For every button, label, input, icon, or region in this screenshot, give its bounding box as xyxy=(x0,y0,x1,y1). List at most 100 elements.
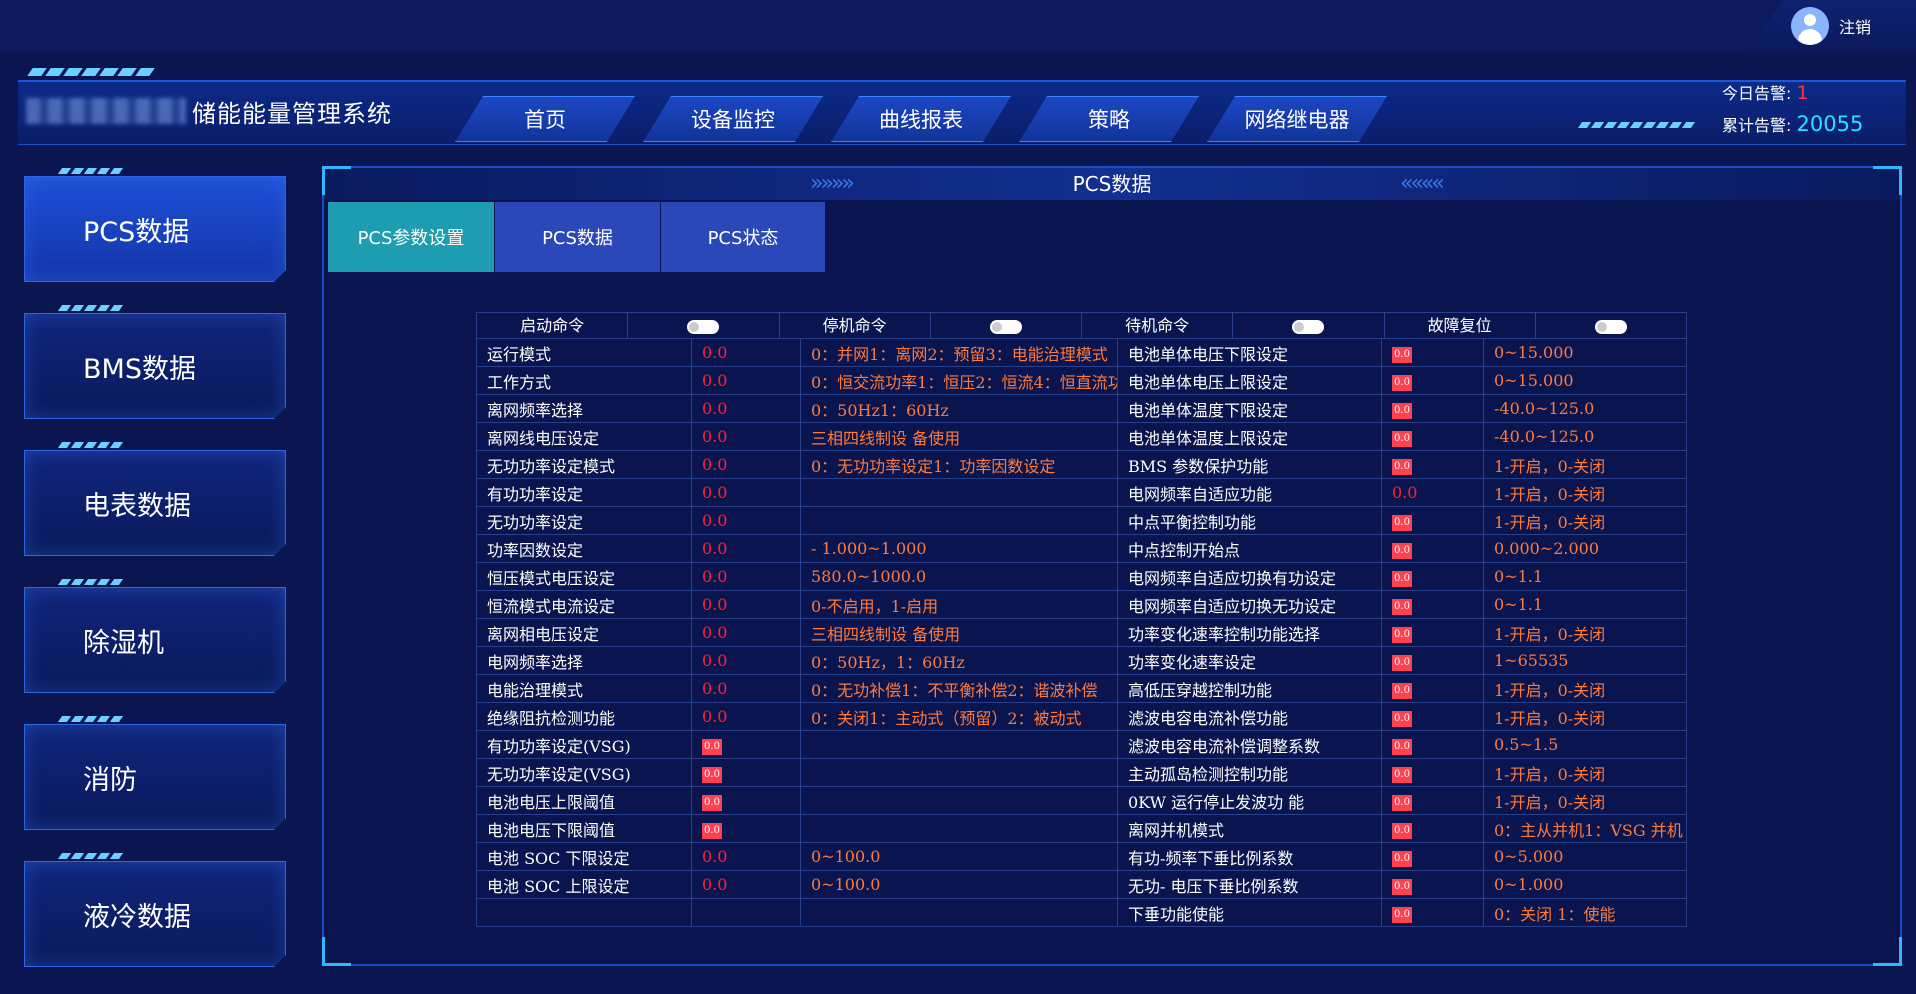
param-range-right: 1-开启，0-关闭 xyxy=(1494,792,1606,812)
param-value-left[interactable]: 0.0 xyxy=(702,483,727,502)
param-value-left[interactable]: 0.0 xyxy=(702,707,727,726)
param-name-left: 电池电压上限阈值 xyxy=(487,792,616,812)
param-value-left[interactable]: 0.0 xyxy=(702,767,722,783)
nav-network-relay[interactable]: 网络继电器 xyxy=(1207,96,1387,142)
sidebar-item-dehumidifier[interactable]: 除湿机 xyxy=(24,587,286,693)
sidebar-item-fire[interactable]: 消防 xyxy=(24,724,286,830)
param-name-left-cell: 离网线电压设定 xyxy=(476,422,692,451)
sidebar-item-pcs[interactable]: PCS数据 xyxy=(24,176,286,282)
param-name-left-cell: 绝缘阻抗检测功能 xyxy=(476,702,692,731)
param-value-right[interactable]: 0.0 xyxy=(1392,655,1412,671)
param-value-left[interactable]: 0.0 xyxy=(702,399,727,418)
sidebar-stripe-decoration xyxy=(57,716,124,722)
param-value-right[interactable]: 0.0 xyxy=(1392,627,1412,643)
param-range-left: 0-不启用，1-启用 xyxy=(811,596,939,616)
param-value-left-cell: 0.0 xyxy=(691,730,801,759)
param-range-right-cell: 0：主从并机1：VSG 并机 xyxy=(1483,814,1687,843)
param-value-left[interactable]: 0.0 xyxy=(702,567,727,586)
param-name-left-cell: 工作方式 xyxy=(476,366,692,395)
param-value-right[interactable]: 0.0 xyxy=(1392,403,1412,419)
nav-home[interactable]: 首页 xyxy=(455,96,635,142)
param-value-right[interactable]: 0.0 xyxy=(1392,739,1412,755)
param-range-left-cell: 三相四线制设 备使用 xyxy=(800,422,1118,451)
param-value-left[interactable]: 0.0 xyxy=(702,823,722,839)
param-value-right[interactable]: 0.0 xyxy=(1392,795,1412,811)
nav-device-monitor[interactable]: 设备监控 xyxy=(643,96,823,142)
param-value-left[interactable]: 0.0 xyxy=(702,739,722,755)
tab-pcs-data[interactable]: PCS数据 xyxy=(495,202,661,272)
param-name-left-cell: 有功功率设定(VSG) xyxy=(476,730,692,759)
param-value-left[interactable]: 0.0 xyxy=(702,679,727,698)
param-range-left-cell xyxy=(800,898,1118,927)
param-value-right[interactable]: 0.0 xyxy=(1392,907,1412,923)
param-value-right[interactable]: 0.0 xyxy=(1392,823,1412,839)
param-name-left: 无功功率设定模式 xyxy=(487,456,616,476)
param-value-right[interactable]: 0.0 xyxy=(1392,347,1412,363)
param-value-right[interactable]: 0.0 xyxy=(1392,515,1412,531)
tab-pcs-params[interactable]: PCS参数设置 xyxy=(328,202,495,272)
param-name-right-cell: 电池单体电压上限设定 xyxy=(1117,366,1382,395)
param-value-left[interactable]: 0.0 xyxy=(702,427,727,446)
param-name-right: 0KW 运行停止发波功 能 xyxy=(1128,792,1305,812)
param-name-right: 电池单体电压下限设定 xyxy=(1128,344,1289,364)
param-range-left: 三相四线制设 备使用 xyxy=(811,428,961,448)
param-value-left[interactable]: 0.0 xyxy=(702,371,727,390)
corner-decoration xyxy=(1873,937,1902,966)
sidebar-item-label: 电表数据 xyxy=(83,490,191,522)
param-range-right-cell: -40.0~125.0 xyxy=(1483,422,1687,451)
sidebar-item-bms[interactable]: BMS数据 xyxy=(24,313,286,419)
nav-strategy[interactable]: 策略 xyxy=(1019,96,1199,142)
param-value-left[interactable]: 0.0 xyxy=(702,875,727,894)
start-command-toggle[interactable] xyxy=(687,319,720,334)
param-name-right: 高低压穿越控制功能 xyxy=(1128,680,1273,700)
param-value-left[interactable]: 0.0 xyxy=(702,651,727,670)
table-row: 无功功率设定 0.0 中点平衡控制功能 0.0 1-开启，0-关闭 xyxy=(476,506,1687,535)
param-value-left[interactable]: 0.0 xyxy=(702,539,727,558)
param-value-right[interactable]: 0.0 xyxy=(1392,599,1412,615)
command-label: 启动命令 xyxy=(478,313,629,338)
param-value-right[interactable]: 0.0 xyxy=(1392,711,1412,727)
param-range-right: 1-开启，0-关闭 xyxy=(1494,680,1606,700)
param-range-right: 1-开启，0-关闭 xyxy=(1494,708,1606,728)
param-value-left[interactable]: 0.0 xyxy=(702,343,727,362)
param-range-left: 0：50Hz1：60Hz xyxy=(811,400,949,420)
param-value-left-cell: 0.0 xyxy=(691,422,801,451)
param-value-left[interactable]: 0.0 xyxy=(702,795,722,811)
param-value-right[interactable]: 0.0 xyxy=(1392,851,1412,867)
param-value-right[interactable]: 0.0 xyxy=(1392,543,1412,559)
param-value-right[interactable]: 0.0 xyxy=(1392,431,1412,447)
sidebar-item-meter[interactable]: 电表数据 xyxy=(24,450,286,556)
param-value-left[interactable]: 0.0 xyxy=(702,847,727,866)
param-value-left[interactable]: 0.0 xyxy=(702,595,727,614)
param-value-right[interactable]: 0.0 xyxy=(1392,879,1412,895)
param-value-right[interactable]: 0.0 xyxy=(1392,375,1412,391)
table-row: 功率因数设定 0.0 - 1.000~1.000 中点控制开始点 0.0 0.000~2.… xyxy=(476,534,1687,563)
param-value-right-cell: 0.0 xyxy=(1381,786,1484,815)
tab-pcs-status[interactable]: PCS状态 xyxy=(661,202,826,272)
stop-command-toggle[interactable] xyxy=(989,319,1022,334)
param-range-right-cell: 1-开启，0-关闭 xyxy=(1483,786,1687,815)
param-value-right[interactable]: 0.0 xyxy=(1392,683,1412,699)
param-value-left[interactable]: 0.0 xyxy=(702,623,727,642)
param-name-left-cell: 恒压模式电压设定 xyxy=(476,562,692,591)
param-value-left[interactable]: 0.0 xyxy=(702,455,727,474)
param-value-right-cell: 0.0 xyxy=(1381,702,1484,731)
total-alarm-count[interactable]: 20055 xyxy=(1797,112,1864,136)
param-name-left-cell: 有功功率设定 xyxy=(476,478,692,507)
sidebar-item-liquid-cooling[interactable]: 液冷数据 xyxy=(24,861,286,967)
nav-curve-report[interactable]: 曲线报表 xyxy=(831,96,1011,142)
command-row: 启动命令 停机命令 待机命令 故障复位 xyxy=(476,312,1687,339)
param-range-right: 0~5.000 xyxy=(1494,847,1564,866)
standby-command-toggle[interactable] xyxy=(1292,319,1325,334)
today-alarm-count[interactable]: 1 xyxy=(1797,82,1809,104)
param-value-left-cell: 0.0 xyxy=(691,450,801,479)
param-name-left-cell: 电能治理模式 xyxy=(476,674,692,703)
param-value-right[interactable]: 0.0 xyxy=(1392,767,1412,783)
param-value-right[interactable]: 0.0 xyxy=(1392,571,1412,587)
user-avatar-icon[interactable] xyxy=(1790,7,1829,45)
fault-reset-toggle[interactable] xyxy=(1594,319,1627,334)
param-value-left[interactable]: 0.0 xyxy=(702,511,727,530)
param-value-right[interactable]: 0.0 xyxy=(1392,459,1412,475)
param-value-right[interactable]: 0.0 xyxy=(1392,483,1417,502)
logout-button[interactable]: 注销 xyxy=(1839,14,1871,38)
